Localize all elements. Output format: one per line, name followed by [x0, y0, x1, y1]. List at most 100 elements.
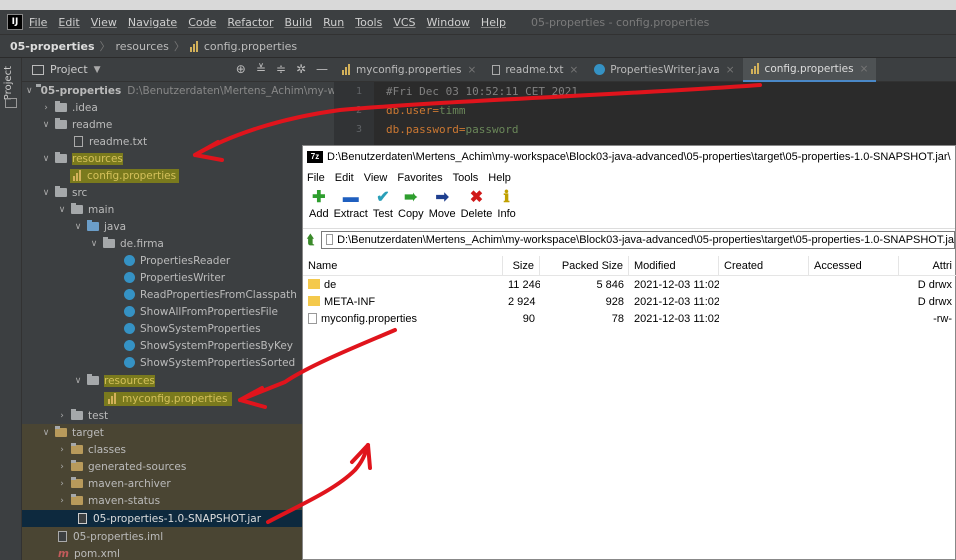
tab-readme-txt[interactable]: readme.txt × — [484, 58, 586, 82]
address-input[interactable]: D:\Benutzerdaten\Mertens_Achim\my-worksp… — [320, 230, 955, 249]
menu-tools[interactable]: Tools — [355, 16, 382, 29]
chevron-right-icon[interactable]: › — [56, 411, 68, 421]
menu-navigate[interactable]: Navigate — [128, 16, 177, 29]
zip-menu-favorites[interactable]: Favorites — [397, 172, 442, 184]
project-view-selector[interactable]: Project — [50, 63, 88, 76]
zip-menu-view[interactable]: View — [364, 172, 388, 184]
tab-myconfig-properties[interactable]: myconfig.properties × — [334, 58, 484, 82]
add-button[interactable]: ✚ Add — [309, 188, 329, 220]
collapse-all-icon[interactable]: ≑ — [276, 62, 286, 76]
zip-menu-file[interactable]: File — [307, 172, 325, 184]
tree-item-main[interactable]: ∨ main — [22, 201, 334, 218]
tree-item-myconfig-properties[interactable]: myconfig.properties — [22, 390, 334, 407]
chevron-right-icon[interactable]: › — [56, 462, 68, 472]
tree-item-root[interactable]: ∨ 05-properties D:\Benutzerdaten\Mertens… — [22, 82, 334, 99]
close-icon[interactable]: × — [468, 64, 477, 76]
chevron-down-icon[interactable]: ∨ — [72, 376, 84, 386]
gear-icon[interactable]: ✲ — [296, 62, 306, 76]
breadcrumb-file[interactable]: config.properties — [204, 40, 297, 53]
tab-config-properties[interactable]: config.properties × — [742, 57, 877, 82]
project-tool-window-label[interactable]: Project — [3, 66, 14, 100]
tree-item-readme[interactable]: ∨ readme — [22, 116, 334, 133]
menu-file[interactable]: File — [29, 16, 47, 29]
menu-run[interactable]: Run — [323, 16, 344, 29]
tree-item-resources[interactable]: ∨ resources — [22, 150, 334, 167]
close-icon[interactable]: × — [860, 63, 869, 75]
menu-help[interactable]: Help — [481, 16, 506, 29]
delete-button[interactable]: ✖ Delete — [461, 188, 493, 220]
column-size[interactable]: Size — [503, 255, 540, 276]
tree-item-class[interactable]: ReadPropertiesFromClasspath — [22, 286, 334, 303]
copy-button[interactable]: ➠ Copy — [398, 188, 424, 220]
column-attributes[interactable]: Attri — [899, 256, 956, 276]
info-button[interactable]: ℹ Info — [497, 188, 515, 220]
tree-item-classes[interactable]: › classes — [22, 441, 334, 458]
chevron-down-icon[interactable]: ∨ — [26, 86, 33, 96]
chevron-down-icon[interactable]: ▼ — [94, 65, 101, 75]
tree-item-class[interactable]: PropertiesReader — [22, 252, 334, 269]
expand-all-icon[interactable]: ≚ — [256, 62, 266, 76]
tree-item-java[interactable]: ∨ java — [22, 218, 334, 235]
chevron-down-icon[interactable]: ∨ — [72, 222, 84, 232]
tree-item-generated-sources[interactable]: › generated-sources — [22, 458, 334, 475]
table-row[interactable]: de 11 246 5 846 2021-12-03 11:02 D drwx — [303, 276, 956, 293]
tree-item-class[interactable]: ShowAllFromPropertiesFile — [22, 303, 334, 320]
tab-properties-writer[interactable]: PropertiesWriter.java × — [586, 58, 742, 82]
tree-item-class[interactable]: ShowSystemPropertiesSorted — [22, 354, 334, 371]
breadcrumb-project[interactable]: 05-properties — [10, 40, 95, 53]
tree-item-src[interactable]: ∨ src — [22, 184, 334, 201]
chevron-down-icon[interactable]: ∨ — [40, 188, 52, 198]
close-icon[interactable]: × — [726, 64, 735, 76]
menu-view[interactable]: View — [91, 16, 117, 29]
move-button[interactable]: ➡ Move — [429, 188, 456, 220]
extract-button[interactable]: ▬ Extract — [334, 188, 368, 220]
tree-item-test[interactable]: › test — [22, 407, 334, 424]
table-row[interactable]: META-INF 2 924 928 2021-12-03 11:02 D dr… — [303, 293, 956, 310]
column-created[interactable]: Created — [719, 255, 809, 276]
menu-edit[interactable]: Edit — [58, 16, 79, 29]
chevron-down-icon[interactable]: ∨ — [88, 239, 100, 249]
code-editor[interactable]: #Fri Dec 03 10:52:11 CET 2021 db.user=ti… — [374, 82, 956, 152]
menu-refactor[interactable]: Refactor — [227, 16, 273, 29]
menu-vcs[interactable]: VCS — [393, 16, 415, 29]
tree-item-pom[interactable]: m pom.xml — [22, 545, 334, 560]
menu-build[interactable]: Build — [285, 16, 313, 29]
chevron-right-icon[interactable]: › — [56, 445, 68, 455]
chevron-down-icon[interactable]: ∨ — [40, 154, 52, 164]
folder-up-icon[interactable]: ⮬ — [307, 232, 315, 248]
tree-item-maven-archiver[interactable]: › maven-archiver — [22, 475, 334, 492]
hide-icon[interactable]: — — [316, 62, 328, 76]
project-window-icon[interactable] — [5, 98, 17, 108]
chevron-right-icon[interactable]: › — [40, 103, 52, 113]
column-accessed[interactable]: Accessed — [809, 255, 899, 276]
tree-item-class[interactable]: PropertiesWriter — [22, 269, 334, 286]
zip-menu-help[interactable]: Help — [488, 172, 511, 184]
tree-item-target[interactable]: ∨ target — [22, 424, 334, 441]
tree-item-readme-txt[interactable]: readme.txt — [22, 133, 334, 150]
column-name[interactable]: Name — [303, 255, 503, 276]
test-button[interactable]: ✔ Test — [373, 188, 393, 220]
close-icon[interactable]: × — [569, 64, 578, 76]
breadcrumb-folder[interactable]: resources — [116, 40, 169, 53]
tree-item-maven-status[interactable]: › maven-status — [22, 492, 334, 509]
chevron-down-icon[interactable]: ∨ — [40, 120, 52, 130]
chevron-down-icon[interactable]: ∨ — [40, 428, 52, 438]
tree-item-iml[interactable]: 05-properties.iml — [22, 528, 334, 545]
tree-item-idea[interactable]: › .idea — [22, 99, 334, 116]
column-packed-size[interactable]: Packed Size — [540, 255, 629, 276]
menu-window[interactable]: Window — [427, 16, 470, 29]
locate-icon[interactable]: ⊕ — [236, 62, 246, 76]
tree-item-package[interactable]: ∨ de.firma — [22, 235, 334, 252]
tree-item-config-properties[interactable]: config.properties — [22, 167, 334, 184]
tree-item-class[interactable]: ShowSystemProperties — [22, 320, 334, 337]
table-row[interactable]: myconfig.properties 90 78 2021-12-03 11:… — [303, 310, 956, 327]
column-modified[interactable]: Modified — [629, 255, 719, 276]
chevron-right-icon[interactable]: › — [56, 496, 68, 506]
chevron-down-icon[interactable]: ∨ — [56, 205, 68, 215]
chevron-right-icon[interactable]: › — [56, 479, 68, 489]
tree-item-main-resources[interactable]: ∨ resources — [22, 372, 334, 389]
zip-menu-tools[interactable]: Tools — [453, 172, 479, 184]
tree-item-jar[interactable]: 05-properties-1.0-SNAPSHOT.jar — [22, 510, 334, 527]
menu-code[interactable]: Code — [188, 16, 216, 29]
tree-item-class[interactable]: ShowSystemPropertiesByKey — [22, 337, 334, 354]
